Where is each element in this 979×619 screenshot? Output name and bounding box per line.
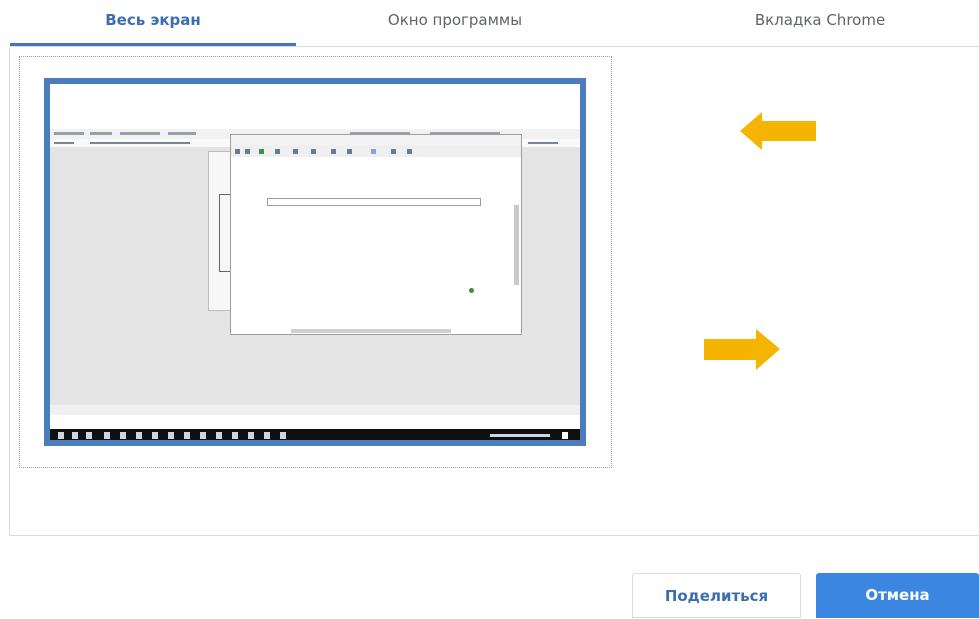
- desktop-preview-image: [50, 129, 580, 440]
- arrow-left-icon: [740, 112, 816, 150]
- share-button[interactable]: Поделиться: [632, 573, 801, 618]
- cancel-button[interactable]: Отмена: [816, 573, 979, 618]
- tab-chrome-tab[interactable]: Вкладка Chrome: [690, 0, 950, 46]
- source-tabs: Весь экран Окно программы Вкладка Chrome: [0, 0, 979, 48]
- screen-thumbnail[interactable]: [44, 78, 586, 446]
- tab-application-window[interactable]: Окно программы: [330, 0, 580, 46]
- arrow-right-icon: [704, 329, 780, 370]
- tabs-divider: [10, 46, 979, 47]
- tab-entire-screen[interactable]: Весь экран: [10, 0, 296, 46]
